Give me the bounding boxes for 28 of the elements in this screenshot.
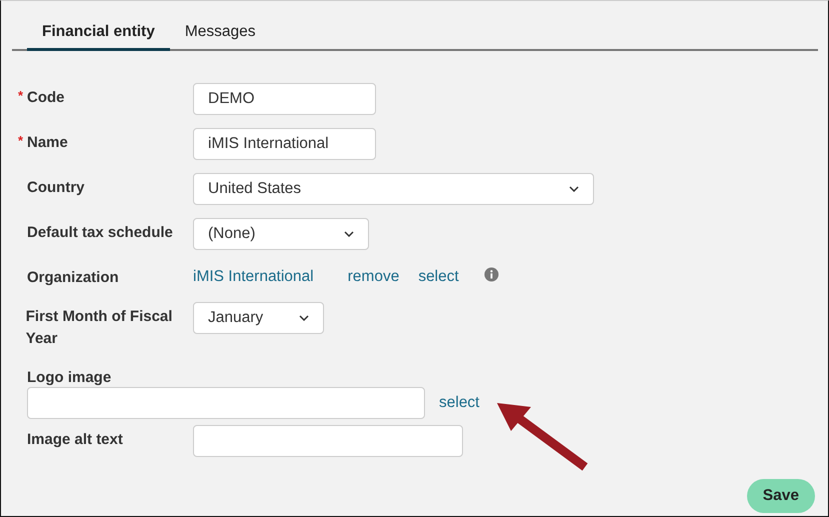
field-label: Logo image <box>27 368 112 388</box>
caret-icon <box>344 231 354 237</box>
link[interactable]: select <box>418 266 459 288</box>
required-mark: * <box>18 87 24 105</box>
info-icon[interactable] <box>484 266 499 282</box>
field-label: First Month of Fiscal Year <box>26 307 174 349</box>
field-label: Code <box>27 88 64 108</box>
field-label: Name <box>27 133 68 153</box>
dropdown[interactable]: United States <box>193 173 594 205</box>
caret-icon <box>569 186 579 192</box>
field-label: Default tax schedule <box>27 223 173 243</box>
caret-icon <box>299 315 309 321</box>
field-label: Image alt text <box>27 430 123 450</box>
field-label: Organization <box>27 268 119 288</box>
link[interactable]: select <box>439 394 480 412</box>
save-button[interactable]: Save <box>746 479 815 513</box>
required-mark: * <box>18 132 24 150</box>
tab[interactable]: Financial entity <box>27 15 170 51</box>
link[interactable]: iMIS International <box>193 266 314 288</box>
field-label: Country <box>27 178 84 198</box>
dropdown[interactable]: January <box>193 302 324 334</box>
link[interactable]: remove <box>348 266 400 288</box>
input-field[interactable]: iMIS International <box>193 128 376 160</box>
input-field[interactable] <box>27 387 425 419</box>
tab[interactable]: Messages <box>170 15 270 51</box>
input-field[interactable]: DEMO <box>193 83 376 115</box>
dropdown[interactable]: (None) <box>193 218 369 250</box>
input-field[interactable] <box>193 425 463 457</box>
